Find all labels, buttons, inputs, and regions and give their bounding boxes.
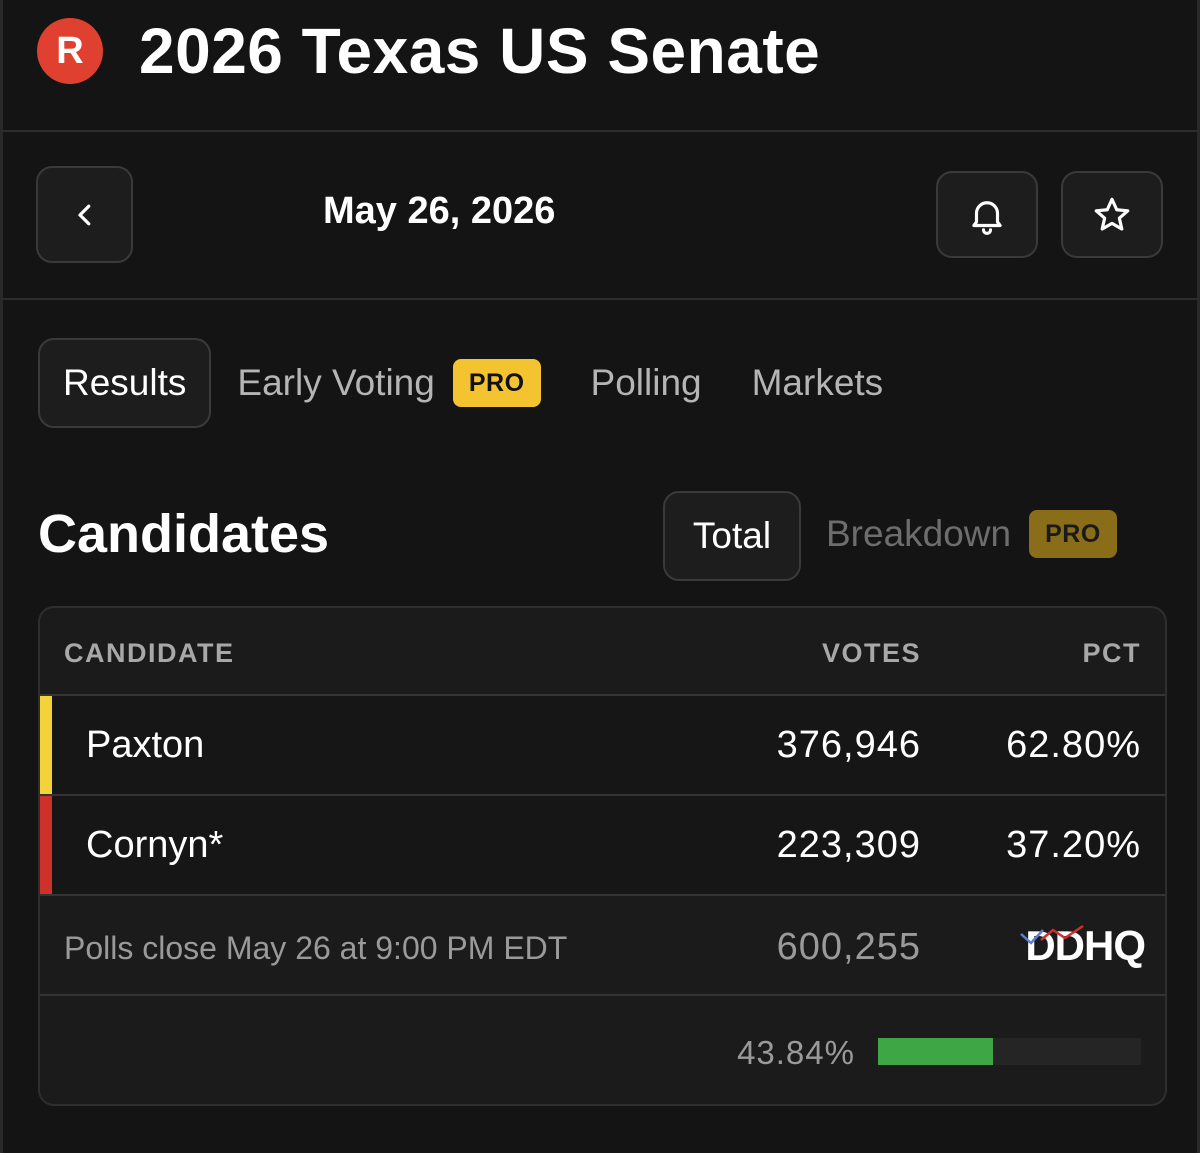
column-candidate: CANDIDATE xyxy=(64,638,235,668)
election-date: May 26, 2026 xyxy=(323,190,556,232)
table-row[interactable]: Paxton 376,946 62.80% xyxy=(40,696,1165,796)
bell-icon xyxy=(972,200,1002,235)
table-footer: Polls close May 26 at 9:00 PM EDT 600,25… xyxy=(40,896,1165,996)
candidate-pct: 62.80% xyxy=(1006,724,1141,766)
tab-early-voting-label: Early Voting xyxy=(237,362,435,403)
polls-close-text: Polls close May 26 at 9:00 PM EDT xyxy=(64,930,568,966)
results-table: CANDIDATE VOTES PCT Paxton 376,946 62.80… xyxy=(38,606,1167,1106)
checkmark-icon xyxy=(1020,924,1085,945)
reporting-row: 43.84% xyxy=(40,996,1165,1104)
ddhq-logo: DDHQ xyxy=(1020,922,1146,970)
election-page: R 2026 Texas US Senate May 26, 2026 Resu… xyxy=(0,0,1200,1153)
candidate-color-bar xyxy=(40,796,52,894)
table-header: CANDIDATE VOTES PCT xyxy=(40,608,1165,696)
column-pct: PCT xyxy=(1082,638,1141,668)
candidates-heading: Candidates xyxy=(38,504,330,564)
table-row[interactable]: Cornyn* 223,309 37.20% xyxy=(40,796,1165,896)
favorite-button[interactable] xyxy=(1061,171,1163,258)
page-header: R 2026 Texas US Senate xyxy=(3,0,1197,132)
candidate-color-bar xyxy=(40,696,52,794)
page-title: 2026 Texas US Senate xyxy=(139,15,821,87)
star-icon xyxy=(1094,197,1130,231)
candidate-pct: 37.20% xyxy=(1006,824,1141,866)
total-votes: 600,255 xyxy=(776,926,921,968)
total-toggle[interactable]: Total xyxy=(663,491,801,581)
tab-early-voting[interactable]: Early Voting PRO xyxy=(237,359,541,407)
breakdown-label: Breakdown xyxy=(826,513,1012,554)
column-votes: VOTES xyxy=(821,638,921,668)
candidate-votes: 376,946 xyxy=(776,724,921,766)
candidate-name: Cornyn* xyxy=(86,824,224,866)
reporting-progress-fill xyxy=(878,1038,994,1065)
tab-bar: Results Early Voting PRO Polling Markets xyxy=(38,338,933,428)
chevron-left-icon xyxy=(77,204,90,225)
pro-badge: PRO xyxy=(452,359,541,407)
back-button[interactable] xyxy=(36,166,133,263)
reporting-pct: 43.84% xyxy=(737,1034,855,1071)
breakdown-toggle[interactable]: Breakdown PRO xyxy=(826,510,1117,558)
pro-badge: PRO xyxy=(1029,510,1117,558)
tab-markets[interactable]: Markets xyxy=(752,362,884,404)
tab-results[interactable]: Results xyxy=(38,338,212,428)
party-badge: R xyxy=(37,18,103,84)
date-bar: May 26, 2026 xyxy=(3,132,1197,300)
reporting-progress-bar xyxy=(878,1038,1141,1065)
candidate-votes: 223,309 xyxy=(776,824,921,866)
notifications-button[interactable] xyxy=(936,171,1038,258)
tab-polling[interactable]: Polling xyxy=(591,362,702,404)
candidate-name: Paxton xyxy=(86,724,205,766)
